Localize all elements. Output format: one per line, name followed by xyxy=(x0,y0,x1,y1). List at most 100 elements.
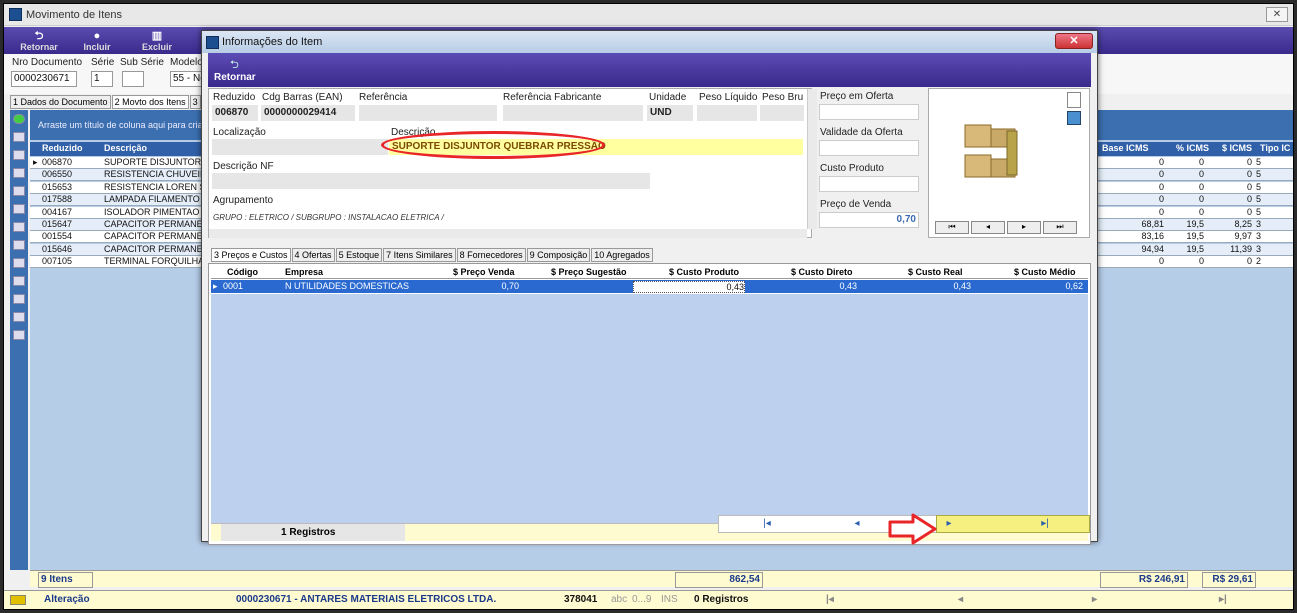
incluir-button[interactable]: ● Incluir xyxy=(72,30,122,52)
doc-icon[interactable] xyxy=(13,258,25,268)
validade-field[interactable] xyxy=(819,140,919,156)
save-icon[interactable] xyxy=(13,132,25,142)
reduzido-field[interactable]: 006870 xyxy=(212,105,258,121)
oferta-field[interactable] xyxy=(819,104,919,120)
ean-field[interactable]: 0000000029414 xyxy=(261,105,355,121)
app-icon xyxy=(9,8,22,21)
image-first-icon[interactable]: ⏮ xyxy=(935,221,969,234)
first-record-icon[interactable]: |◂ xyxy=(826,594,834,605)
unidade-field[interactable]: UND xyxy=(647,105,693,121)
cell-pct-icms: 0 xyxy=(1198,181,1204,192)
cell-reduzido: 001554 xyxy=(42,231,73,242)
col-custo-direto[interactable]: $ Custo Direto xyxy=(791,267,853,277)
last-record-icon[interactable]: ▸| xyxy=(1219,594,1227,605)
mail-icon[interactable] xyxy=(1067,111,1081,125)
col-codigo[interactable]: Código xyxy=(227,267,258,277)
highlight-ellipse xyxy=(381,131,605,159)
descricao-nf-field[interactable] xyxy=(212,173,650,189)
col-tipo-icms[interactable]: Tipo IC xyxy=(1260,143,1290,153)
venda-field[interactable]: 0,70 xyxy=(819,212,919,228)
referencia-field[interactable] xyxy=(359,105,497,121)
cell-val-icms: 9,97 xyxy=(1234,231,1252,242)
tab-dados-documento[interactable]: 1 Dados do Documento xyxy=(10,95,111,109)
calendar-icon[interactable] xyxy=(13,222,25,232)
col-descricao[interactable]: Descrição xyxy=(104,143,147,153)
image-prev-icon[interactable]: ◂ xyxy=(971,221,1005,234)
dialog-titlebar: Informações do Item ✕ xyxy=(202,31,1097,53)
edit-icon[interactable] xyxy=(13,312,25,322)
col-empresa[interactable]: Empresa xyxy=(285,267,323,277)
next-record-icon[interactable]: ▸ xyxy=(1092,594,1097,605)
nro-input[interactable]: 0000230671 xyxy=(11,71,77,87)
product-image xyxy=(964,124,1018,178)
modelo-input[interactable]: 55 - No xyxy=(170,71,204,87)
cell-custo-produto[interactable]: 0,43 xyxy=(633,281,745,293)
col-reduzido[interactable]: Reduzido xyxy=(42,143,83,153)
nav-prev-icon[interactable]: ◂ xyxy=(832,515,882,533)
dialog-close-button[interactable]: ✕ xyxy=(1055,33,1093,49)
close-window-button[interactable]: ✕ xyxy=(1266,7,1288,22)
ins-status: INS xyxy=(661,594,678,605)
col-custo-real[interactable]: $ Custo Real xyxy=(908,267,963,277)
tab-agregados[interactable]: 10 Agregados xyxy=(591,248,653,262)
tab-composicao[interactable]: 9 Composição xyxy=(526,248,591,262)
gear-icon[interactable] xyxy=(13,276,25,286)
item-info-dialog: Informações do Item ✕ ⮌ Retornar Reduzid… xyxy=(201,30,1098,545)
table-row[interactable]: ▸ 0001 N UTILIDADES DOMESTICAS E 0,70 0,… xyxy=(211,280,1088,293)
cell-descricao: TERMINAL FORQUILHA xyxy=(104,256,205,267)
ref-fab-field[interactable] xyxy=(503,105,643,121)
tab-fornecedores[interactable]: 8 Fornecedores xyxy=(456,248,526,262)
image-next-icon[interactable]: ▸ xyxy=(1007,221,1041,234)
document-icon[interactable] xyxy=(1067,92,1081,108)
copy-icon[interactable] xyxy=(13,330,25,340)
subserie-input[interactable] xyxy=(122,71,144,87)
edit-icon xyxy=(10,595,26,605)
grid-icon[interactable] xyxy=(13,186,25,196)
retornar-button[interactable]: ⮌ Retornar xyxy=(14,30,64,52)
row-pointer-icon: ▸ xyxy=(213,281,218,291)
cell-val-icms: 0 xyxy=(1246,194,1252,205)
nav-first-icon[interactable]: |◂ xyxy=(742,515,792,533)
prev-record-icon[interactable]: ◂ xyxy=(958,594,963,605)
print-icon[interactable] xyxy=(13,150,25,160)
tab-movto-itens[interactable]: 2 Movto dos Itens xyxy=(111,95,189,109)
table-icon[interactable] xyxy=(13,294,25,304)
add-icon[interactable] xyxy=(13,114,25,124)
cell-tipo-icms: 3 xyxy=(1256,243,1262,254)
total-value: 862,54 xyxy=(675,572,763,588)
left-toolbar xyxy=(10,110,28,570)
peso-bru-field[interactable] xyxy=(760,105,804,121)
col-base-icms[interactable]: Base ICMS xyxy=(1102,143,1149,153)
peso-liq-field[interactable] xyxy=(697,105,757,121)
info-horizontal-scrollbar[interactable] xyxy=(209,229,807,238)
localizacao-field[interactable] xyxy=(212,139,388,155)
nav-last-icon[interactable]: ▸| xyxy=(1020,515,1070,533)
cell-descricao: CAPACITOR PERMANEN xyxy=(104,231,206,242)
cell-tipo-icms: 3 xyxy=(1256,219,1262,229)
col-pct-icms[interactable]: % ICMS xyxy=(1176,143,1209,153)
custo-field[interactable] xyxy=(819,176,919,192)
col-preco-venda[interactable]: $ Preço Venda xyxy=(453,267,515,277)
image-last-icon[interactable]: ⏭ xyxy=(1043,221,1077,234)
document-status: 0000230671 - ANTARES MATERIAIS ELETRICOS… xyxy=(236,594,497,605)
list-icon[interactable] xyxy=(13,204,25,214)
venda-label: Preço de Venda xyxy=(820,199,892,210)
col-preco-sugestao[interactable]: $ Preço Sugestão xyxy=(551,267,627,277)
ref-fab-label: Referência Fabricante xyxy=(503,92,602,103)
add-icon: ● xyxy=(93,30,101,42)
serie-input[interactable]: 1 xyxy=(91,71,113,87)
info-icon[interactable] xyxy=(13,168,25,178)
col-custo-medio[interactable]: $ Custo Médio xyxy=(1014,267,1076,277)
dialog-return-button[interactable]: Retornar xyxy=(214,72,256,83)
chart-icon[interactable] xyxy=(13,240,25,250)
tab-estoque[interactable]: 5 Estoque xyxy=(335,248,383,262)
excluir-button[interactable]: ▥ Excluir xyxy=(132,30,182,52)
col-custo-produto[interactable]: $ Custo Produto xyxy=(669,267,739,277)
tab-precos-custos[interactable]: 3 Preços e Custos xyxy=(211,248,291,262)
tab-ofertas[interactable]: 4 Ofertas xyxy=(291,248,335,262)
col-val-icms[interactable]: $ ICMS xyxy=(1222,143,1252,153)
tab-itens-similares[interactable]: 7 Itens Similares xyxy=(383,248,456,262)
tab-3[interactable]: 3 xyxy=(189,95,201,109)
cell-val-icms: 0 xyxy=(1246,169,1252,180)
peso-liq-label: Peso Líquido xyxy=(699,92,758,103)
